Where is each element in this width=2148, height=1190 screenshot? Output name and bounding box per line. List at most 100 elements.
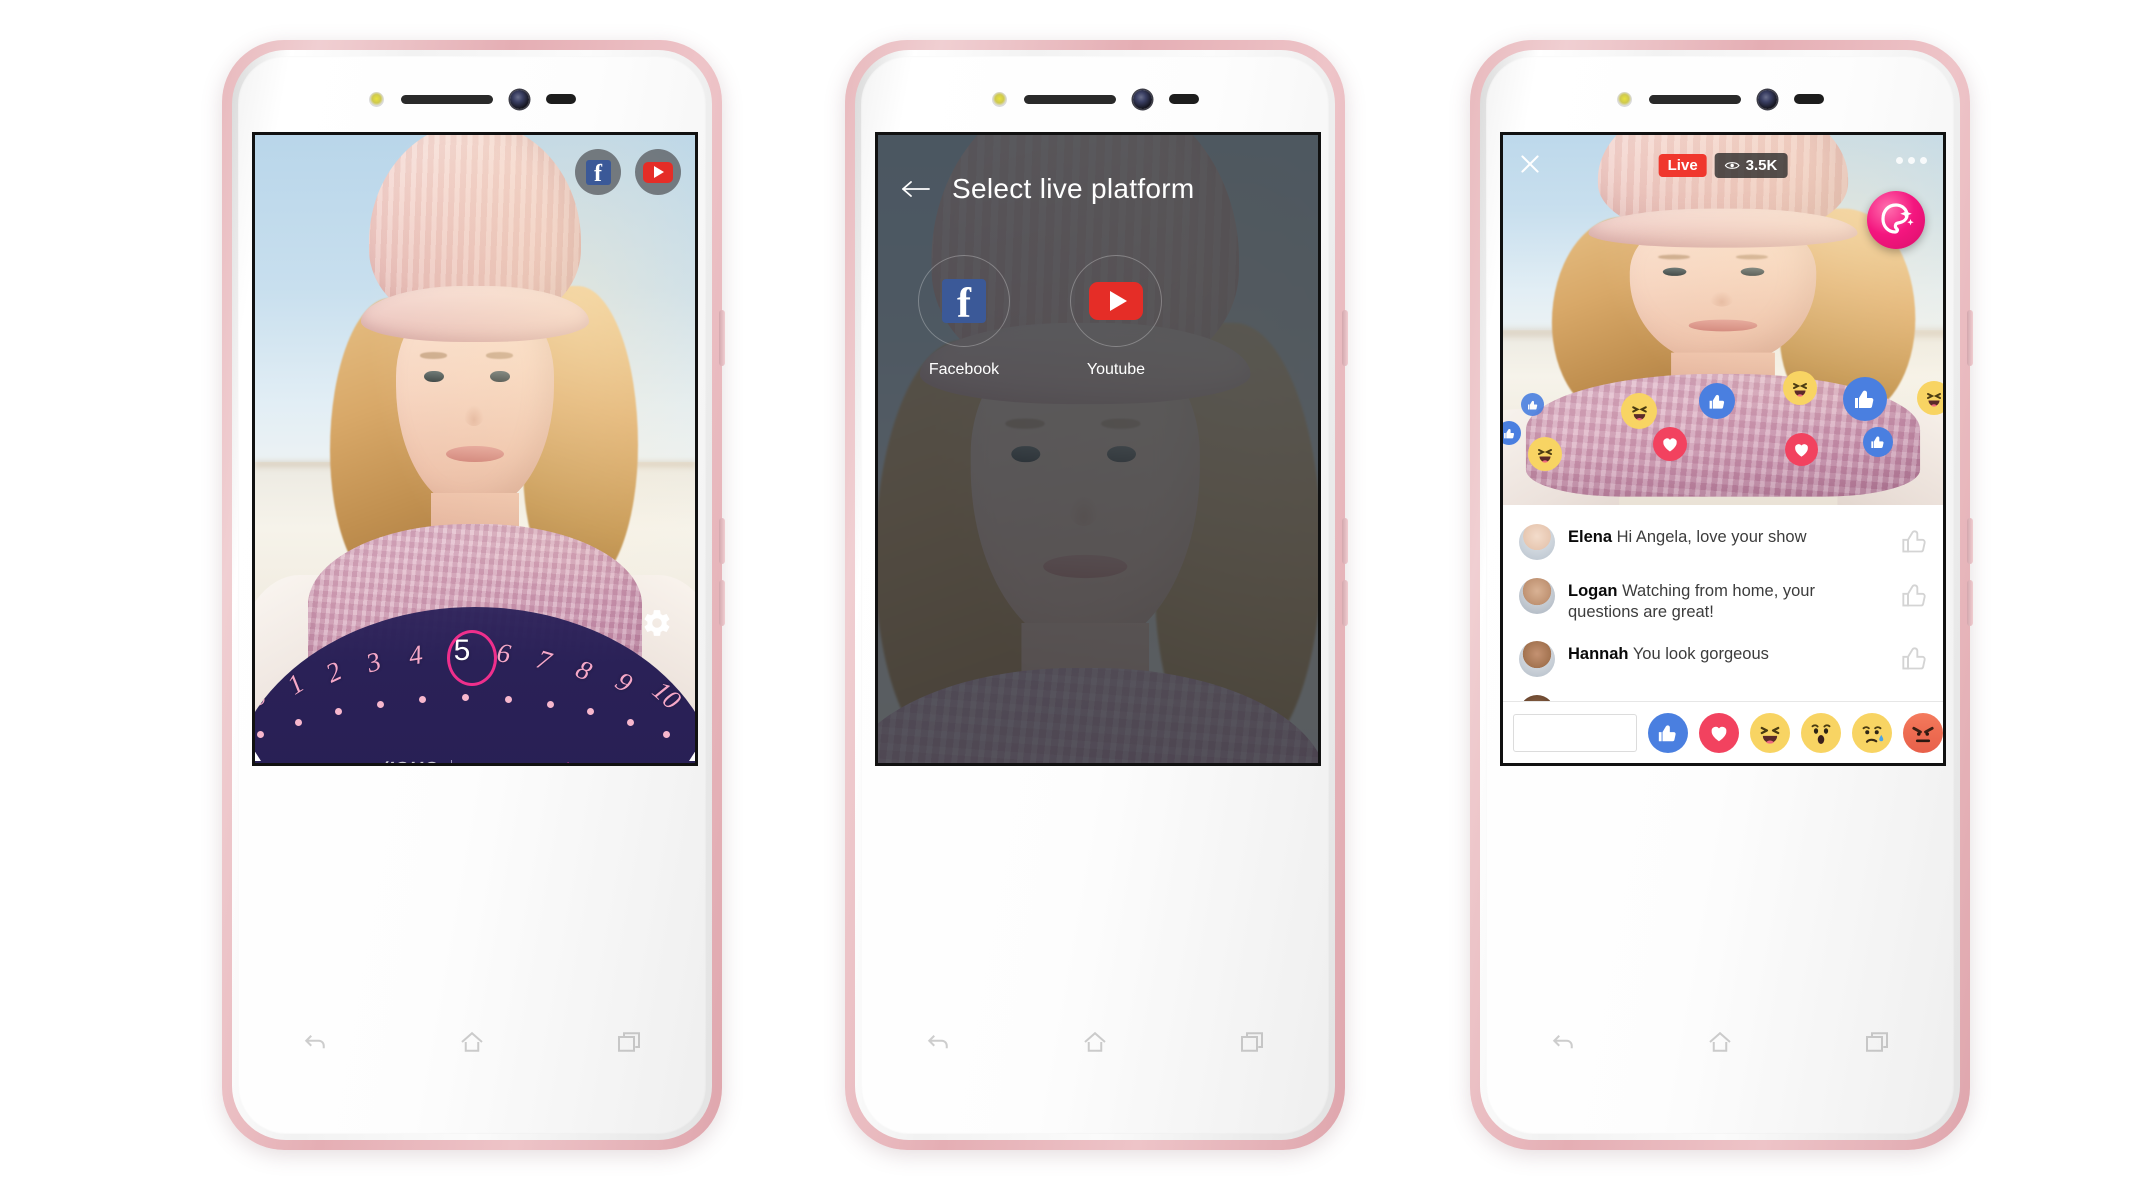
thumbs-up-outline-icon[interactable] [1901, 578, 1929, 609]
home-nav-icon[interactable] [457, 1027, 487, 1057]
comment-text: Elena Hi Angela, love your show [1568, 524, 1888, 548]
avatar [1519, 578, 1555, 614]
dial-brand-row: /ISUS Beauty Level [255, 759, 695, 764]
angry-face-icon [1912, 726, 1934, 742]
reaction-wow-button[interactable] [1801, 712, 1841, 753]
youtube-icon [643, 161, 673, 183]
phone-1-sensor-row [222, 88, 722, 110]
volume-down-button[interactable] [1342, 580, 1348, 626]
volume-up-button[interactable] [1342, 518, 1348, 564]
back-nav-icon[interactable] [300, 1027, 330, 1057]
heart-icon [1711, 726, 1727, 741]
facebook-icon: f [585, 159, 611, 186]
avatar [1519, 641, 1555, 678]
recents-nav-icon[interactable] [1862, 1027, 1892, 1057]
facebook-live-button[interactable]: f [575, 149, 621, 195]
sad-face-icon [1862, 725, 1884, 743]
comments-list[interactable]: Elena Hi Angela, love your show Logan Wa… [1503, 505, 1943, 732]
reaction-love-button[interactable] [1699, 712, 1739, 753]
reaction-bar [1503, 701, 1943, 763]
recents-nav-icon[interactable] [614, 1027, 644, 1057]
back-arrow-icon[interactable] [900, 178, 930, 200]
front-camera-icon [1757, 89, 1777, 109]
thumbs-up-outline-icon[interactable] [1901, 641, 1929, 672]
thumbs-up-icon [1658, 724, 1676, 741]
live-status-group: Live 3.5K [1658, 153, 1788, 178]
asus-logo: /ISUS [378, 759, 440, 763]
comment-text: Hannah You look gorgeous [1568, 641, 1888, 665]
phone-2-nav-bar [885, 1022, 1305, 1062]
platform-list: f Facebook Youtube [912, 255, 1168, 379]
beauty-dial-track [255, 607, 695, 763]
divider [451, 760, 453, 763]
beauty-mode-icon[interactable] [1867, 191, 1925, 249]
earpiece-speaker [1648, 94, 1741, 104]
notification-led-icon [368, 91, 384, 107]
proximity-sensor [1168, 94, 1199, 104]
power-button[interactable] [1342, 310, 1348, 366]
comment-row: Logan Watching from home, your questions… [1503, 569, 1943, 632]
phone-2-sensor-row [845, 88, 1345, 110]
recents-nav-icon[interactable] [1237, 1027, 1267, 1057]
viewer-count-badge: 3.5K [1714, 153, 1788, 178]
power-button[interactable] [1967, 310, 1973, 366]
reaction-like-button[interactable] [1648, 712, 1688, 753]
front-camera-icon [509, 89, 529, 109]
phone-3-screen: Live 3.5K Elena Hi Angela, love your sho… [1500, 132, 1946, 766]
back-nav-icon[interactable] [923, 1027, 953, 1057]
earpiece-speaker [1023, 94, 1116, 104]
beauty-level-dial[interactable]: 0 1 2 3 4 5 6 7 8 9 10 [255, 607, 695, 764]
beauty-level-label: Beauty Level [466, 760, 570, 764]
proximity-sensor [545, 94, 576, 104]
comment-body: You look gorgeous [1632, 645, 1769, 664]
volume-down-button[interactable] [719, 580, 725, 626]
notification-led-icon [991, 91, 1007, 107]
thumbs-up-outline-icon[interactable] [1901, 524, 1929, 555]
comment-text: Logan Watching from home, your questions… [1568, 578, 1888, 623]
facebook-button[interactable]: f [918, 255, 1010, 347]
reaction-haha-button[interactable] [1750, 712, 1790, 753]
youtube-button[interactable] [1070, 255, 1162, 347]
platform-label-youtube: Youtube [1086, 361, 1146, 378]
notification-led-icon [1616, 91, 1632, 107]
back-nav-icon[interactable] [1548, 1027, 1578, 1057]
comment-row: Hannah You look gorgeous [1503, 632, 1943, 686]
volume-up-button[interactable] [1967, 518, 1973, 564]
comment-author: Hannah [1568, 645, 1629, 664]
phone-2: Select live platform f Facebook Youtube [845, 40, 1348, 1150]
beauty-face-glyph [1881, 203, 1914, 234]
volume-up-button[interactable] [719, 518, 725, 564]
reaction-sad-button[interactable] [1852, 712, 1892, 753]
comment-row: Elena Hi Angela, love your show [1503, 515, 1943, 569]
facebook-icon: f [942, 279, 986, 325]
live-video-area: Live 3.5K [1503, 135, 1943, 505]
phone-1-screen: f 0 1 2 3 4 5 6 7 8 9 10 [252, 132, 698, 766]
platform-option-youtube[interactable]: Youtube [1064, 255, 1168, 379]
platform-label-facebook: Facebook [928, 361, 1000, 378]
page-title: Select live platform [952, 173, 1195, 204]
more-options-icon[interactable] [1896, 157, 1927, 164]
home-nav-icon[interactable] [1080, 1027, 1110, 1057]
phone-1: f 0 1 2 3 4 5 6 7 8 9 10 [222, 40, 725, 1150]
close-icon[interactable] [1517, 151, 1543, 177]
power-button[interactable] [719, 310, 725, 366]
comment-author: Logan [1568, 582, 1618, 600]
reaction-angry-button[interactable] [1903, 712, 1943, 753]
avatar [1519, 524, 1555, 560]
youtube-icon [1089, 282, 1143, 320]
phone-2-screen: Select live platform f Facebook Youtube [875, 132, 1321, 766]
earpiece-speaker [400, 94, 493, 104]
camera-share-buttons: f [575, 149, 681, 195]
phone-1-nav-bar [262, 1022, 682, 1062]
volume-down-button[interactable] [1967, 580, 1973, 626]
wow-face-icon [1811, 723, 1831, 744]
comment-input[interactable] [1513, 713, 1637, 752]
select-platform-header: Select live platform [900, 173, 1195, 205]
platform-option-facebook[interactable]: f Facebook [912, 255, 1016, 379]
haha-face-icon [1760, 726, 1780, 744]
proximity-sensor [1793, 94, 1824, 104]
home-nav-icon[interactable] [1705, 1027, 1735, 1057]
comment-author: Elena [1568, 528, 1613, 546]
live-badge: Live [1658, 154, 1707, 177]
youtube-live-button[interactable] [635, 149, 681, 195]
